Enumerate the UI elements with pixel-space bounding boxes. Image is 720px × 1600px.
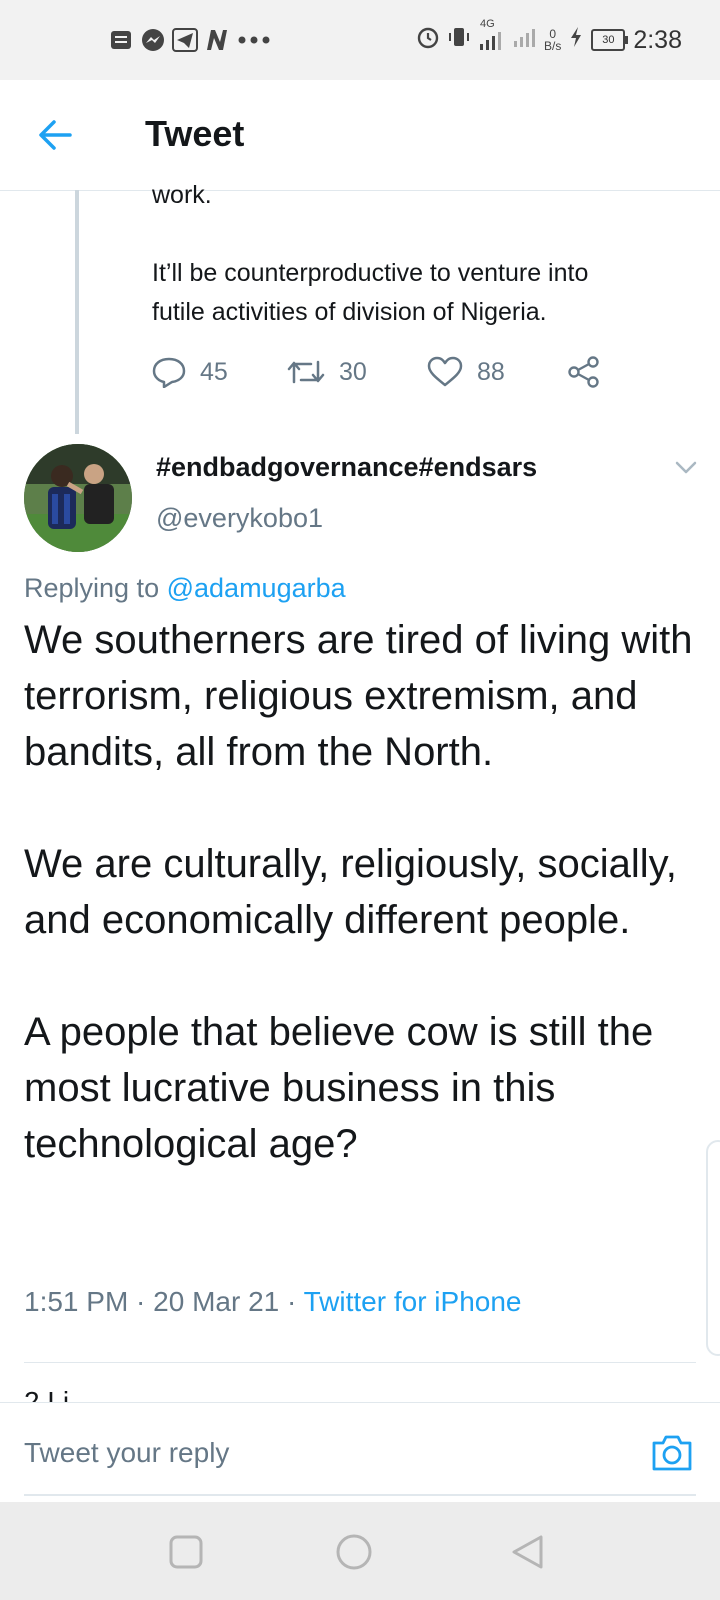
battery-icon: 30 [591, 29, 629, 51]
alarm-icon [416, 25, 440, 56]
signal-icon [512, 25, 536, 56]
previous-tweet-text: It’ll be counterproductive to venture in… [152, 259, 589, 287]
like-action[interactable]: 88 [427, 350, 505, 394]
retweet-count: 30 [339, 357, 367, 386]
display-name[interactable]: #endbadgovernance#endsars [156, 452, 537, 483]
likes-count-peek[interactable]: 2 Li [24, 1388, 69, 1402]
previous-tweet-actions: 45 30 88 [152, 350, 622, 394]
charging-icon [569, 26, 583, 55]
square-icon [169, 1535, 203, 1569]
heart-icon [427, 356, 463, 387]
network-type-label: 4G [479, 18, 495, 30]
previous-tweet-text: futile activities of division of Nigeria… [152, 298, 547, 326]
home-button[interactable] [334, 1532, 374, 1572]
back-nav-button[interactable] [508, 1532, 548, 1572]
battery-level: 30 [602, 34, 615, 46]
user-handle[interactable]: @everykobo1 [156, 503, 323, 534]
like-count: 88 [477, 357, 505, 386]
retweet-action[interactable]: 30 [287, 350, 367, 394]
signal-4g-icon: 4G [478, 18, 504, 52]
reply-count: 45 [200, 357, 228, 386]
back-button[interactable] [34, 114, 76, 156]
more-dots-icon [236, 27, 272, 53]
share-icon [568, 356, 599, 388]
recents-button[interactable] [166, 1532, 206, 1572]
clock: 2:38 [633, 25, 682, 54]
reply-icon [152, 357, 186, 388]
previous-tweet-text: work. [152, 181, 212, 209]
system-status: 4G 0 B/s 30 2:38 [416, 18, 682, 58]
tweet-timestamp: 1:51 PM · 20 Mar 21 · [24, 1286, 304, 1317]
avatar-image [24, 444, 132, 552]
circle-icon [336, 1534, 372, 1570]
app-header: Tweet [0, 80, 720, 191]
replying-prefix: Replying to [24, 573, 160, 603]
chevron-down-icon [675, 461, 697, 474]
tweet-paragraph: A people that believe cow is still the m… [24, 1010, 654, 1166]
n-app-icon [204, 27, 230, 53]
retweet-icon [287, 360, 325, 384]
replying-to: Replying to @adamugarba [24, 573, 346, 604]
messenger-icon [140, 27, 166, 53]
reply-bar: Tweet your reply [0, 1402, 720, 1501]
tweet-paragraph: We are culturally, religiously, socially… [24, 842, 677, 942]
tweet-paragraph: We southerners are tired of living with … [24, 618, 693, 774]
share-action[interactable] [567, 350, 601, 394]
replying-to-mention[interactable]: @adamugarba [167, 573, 346, 603]
page-title: Tweet [145, 113, 245, 154]
reply-input-underline [24, 1494, 696, 1496]
triangle-back-icon [512, 1535, 543, 1569]
tweet-options-button[interactable] [672, 458, 700, 478]
tweet-source-link[interactable]: Twitter for iPhone [304, 1286, 522, 1317]
avatar[interactable] [24, 444, 132, 552]
scroll-handle[interactable] [706, 1140, 720, 1356]
notification-icons [108, 24, 272, 56]
back-arrow-icon [39, 120, 72, 150]
tweet-meta: 1:51 PM · 20 Mar 21 · Twitter for iPhone [24, 1286, 521, 1318]
reply-action[interactable]: 45 [152, 350, 228, 394]
thread-connector-line [75, 190, 79, 434]
telegram-icon [172, 27, 198, 53]
system-nav-bar [0, 1502, 720, 1600]
tweet-text: We southerners are tired of living with … [24, 612, 704, 1172]
status-bar: 4G 0 B/s 30 2:38 [0, 0, 720, 80]
camera-icon [652, 1435, 692, 1471]
reply-input[interactable]: Tweet your reply [24, 1437, 229, 1469]
data-rate-unit: B/s [543, 39, 562, 53]
camera-button[interactable] [650, 1433, 694, 1473]
divider [24, 1362, 696, 1363]
data-rate: 0 B/s [544, 28, 561, 52]
vibrate-icon [448, 25, 470, 56]
message-icon [108, 27, 134, 53]
